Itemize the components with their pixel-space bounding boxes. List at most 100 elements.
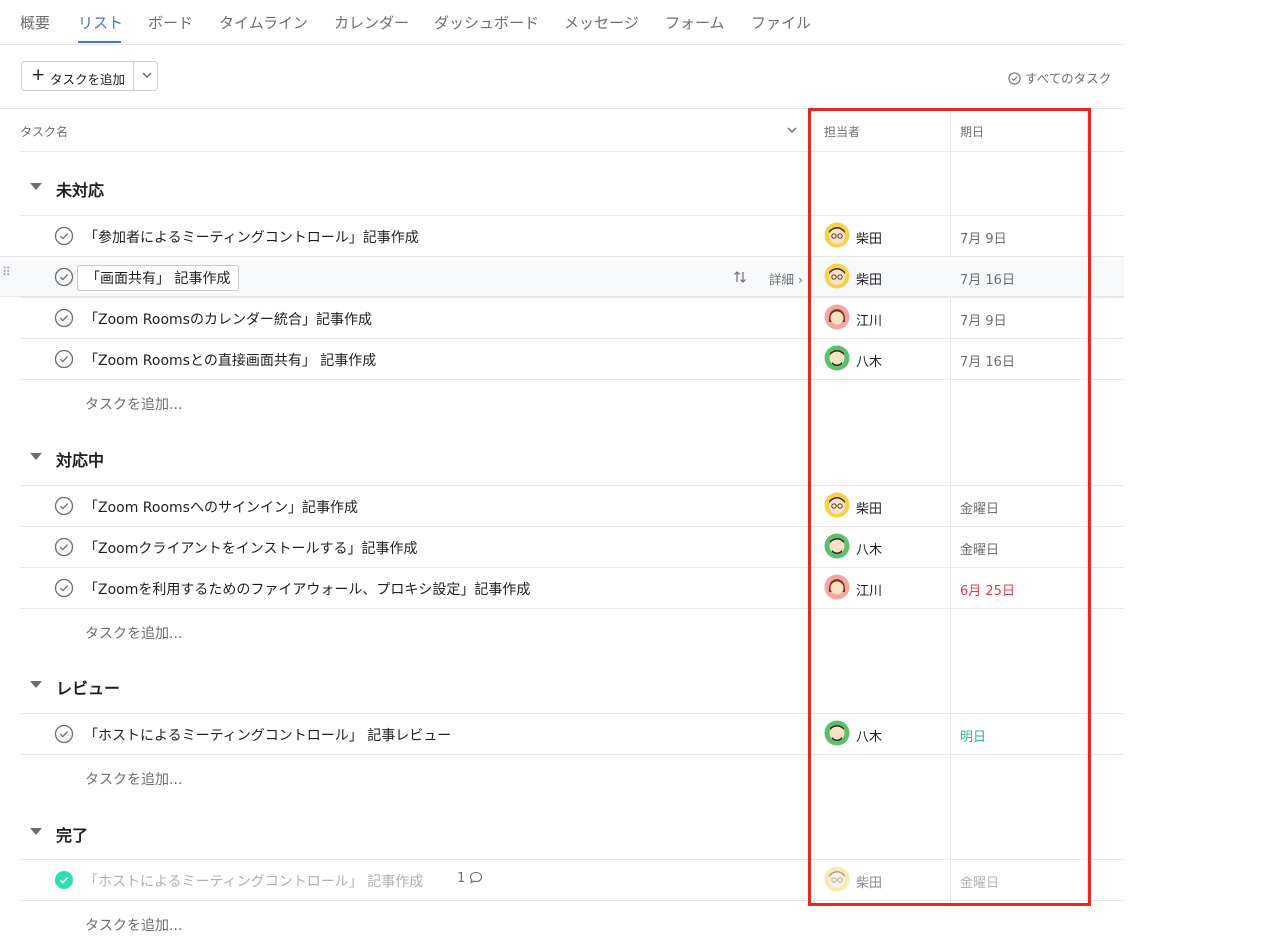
due-date[interactable]: 金曜日 [960,539,999,558]
task-name[interactable]: 「Zoom Roomsとの直接画面共有」 記事作成 [84,350,376,370]
assignee-name: 柴田 [856,876,883,891]
row-divider [20,900,1124,901]
tab-messages[interactable]: メッセージ [564,12,639,33]
collapse-triangle-icon[interactable] [30,828,42,835]
task-row[interactable]: 「Zoom Roomsへのサインイン」記事作成 柴田 金曜日 [20,485,1124,526]
button-divider [133,62,134,90]
comment-icon [470,871,483,884]
task-name[interactable]: 「ホストによるミーティングコントロール」 記事レビュー [84,725,451,745]
row-divider [20,754,1124,755]
due-date[interactable]: 7月 9日 [960,228,1007,247]
tab-timeline[interactable]: タイムライン [219,12,308,33]
avatar-icon[interactable] [824,222,850,248]
check-circle-icon[interactable] [54,496,74,516]
check-circle-icon [1008,72,1021,85]
avatar-icon[interactable] [824,720,850,746]
column-header: タスク名 担当者 期日 [20,108,1124,152]
collapse-triangle-icon[interactable] [30,183,42,190]
due-date[interactable]: 7月 16日 [960,269,1015,288]
task-name-input[interactable]: 「画面共有」 記事作成 [77,265,240,291]
project-tabs: 概要 リスト ボード タイムライン カレンダー ダッシュボード メッセージ フォ… [0,0,1124,45]
add-task-link[interactable]: タスクを追加... [85,394,182,414]
avatar-icon[interactable] [824,492,850,518]
assignee-name: 八木 [856,355,883,370]
assignee-name: 八木 [856,730,883,745]
check-circle-icon[interactable] [54,308,74,328]
completed-check-icon[interactable] [54,870,74,890]
row-divider [20,608,1124,609]
due-date[interactable]: 明日 [960,726,986,745]
avatar-icon[interactable] [824,345,850,371]
assignee-name: 江川 [856,584,883,599]
section-title[interactable]: 未対応 [56,177,104,201]
add-task-button-label: タスクを追加 [50,72,126,87]
collapse-triangle-icon[interactable] [30,453,42,460]
check-circle-icon[interactable] [54,537,74,557]
task-row[interactable]: 「参加者によるミーティングコントロール」記事作成 柴田 7月 9日 [20,215,1124,256]
task-name[interactable]: 「Zoomを利用するためのファイアウォール、プロキシ設定」記事作成 [84,579,530,599]
avatar-icon[interactable] [824,263,850,289]
chevron-down-icon[interactable] [140,68,154,82]
task-name[interactable]: 「Zoom Roomsのカレンダー統合」記事作成 [84,309,372,329]
task-row[interactable]: 「Zoomを利用するためのファイアウォール、プロキシ設定」記事作成 江川 6月 … [20,567,1124,608]
avatar-icon[interactable] [824,304,850,330]
avatar-icon[interactable] [824,533,850,559]
check-circle-icon[interactable] [54,349,74,369]
due-date[interactable]: 7月 9日 [960,310,1007,329]
chevron-right-icon: › [798,272,803,287]
details-link[interactable]: 詳細 › [769,269,803,288]
task-name[interactable]: 「Zoom Roomsへのサインイン」記事作成 [84,497,358,517]
tab-board[interactable]: ボード [148,12,193,33]
add-task-link[interactable]: タスクを追加... [85,623,182,643]
assignee-name: 柴田 [856,502,883,517]
check-circle-icon[interactable] [54,578,74,598]
add-task-link[interactable]: タスクを追加... [85,915,182,935]
tab-files[interactable]: ファイル [751,12,811,33]
due-date[interactable]: 金曜日 [960,872,999,891]
tab-dashboard[interactable]: ダッシュボード [434,12,539,33]
tab-calendar[interactable]: カレンダー [334,12,409,33]
add-task-link[interactable]: タスクを追加... [85,769,182,789]
tab-list[interactable]: リスト [78,12,123,33]
section-title[interactable]: レビュー [56,675,120,699]
section-title[interactable]: 対応中 [56,447,104,471]
avatar-icon[interactable] [824,866,850,892]
subtask-icon[interactable] [732,269,748,285]
collapse-triangle-icon[interactable] [30,681,42,688]
due-date[interactable]: 金曜日 [960,498,999,517]
list-toolbar: + タスクを追加 すべてのタスク [0,44,1124,109]
task-row[interactable]: 「Zoom Roomsのカレンダー統合」記事作成 江川 7月 9日 [20,297,1124,338]
task-row[interactable]: 「ホストによるミーティングコントロール」 記事作成 1 柴田 金曜日 [20,859,1124,900]
due-date[interactable]: 6月 25日 [960,580,1015,599]
task-row[interactable]: 「Zoomクライアントをインストールする」記事作成 八木 金曜日 [20,526,1124,567]
task-name[interactable]: 「参加者によるミーティングコントロール」記事作成 [84,227,419,247]
add-task-button[interactable]: + タスクを追加 [21,61,158,91]
active-tab-indicator [78,41,121,43]
column-task-name[interactable]: タスク名 [20,123,68,140]
comment-count[interactable]: 1 [457,871,483,886]
check-circle-icon[interactable] [54,226,74,246]
assignee-name: 八木 [856,543,883,558]
column-assignee[interactable]: 担当者 [824,123,860,140]
chevron-down-icon[interactable] [786,125,798,135]
row-divider [20,379,1124,380]
tab-forms[interactable]: フォーム [665,12,725,33]
all-tasks-filter[interactable]: すべてのタスク [1008,68,1111,87]
tab-overview[interactable]: 概要 [20,12,50,33]
column-due-date[interactable]: 期日 [960,123,984,140]
drag-handle-icon[interactable]: ⠿ [2,266,11,278]
task-row[interactable]: ⠿ 「画面共有」 記事作成 詳細 › 柴田 7月 16日 [0,256,1124,297]
check-circle-icon[interactable] [54,724,74,744]
task-name[interactable]: 「ホストによるミーティングコントロール」 記事作成 [84,871,423,891]
comment-count-value: 1 [457,871,466,886]
assignee-name: 柴田 [856,232,883,247]
avatar-icon[interactable] [824,574,850,600]
due-date[interactable]: 7月 16日 [960,351,1015,370]
task-row[interactable]: 「ホストによるミーティングコントロール」 記事レビュー 八木 明日 [20,713,1124,754]
task-name[interactable]: 「Zoomクライアントをインストールする」記事作成 [84,538,418,558]
task-row[interactable]: 「Zoom Roomsとの直接画面共有」 記事作成 八木 7月 16日 [20,338,1124,379]
assignee-name: 江川 [856,314,883,329]
check-circle-icon[interactable] [54,267,74,287]
plus-icon: + [31,65,46,85]
section-title[interactable]: 完了 [56,822,88,846]
